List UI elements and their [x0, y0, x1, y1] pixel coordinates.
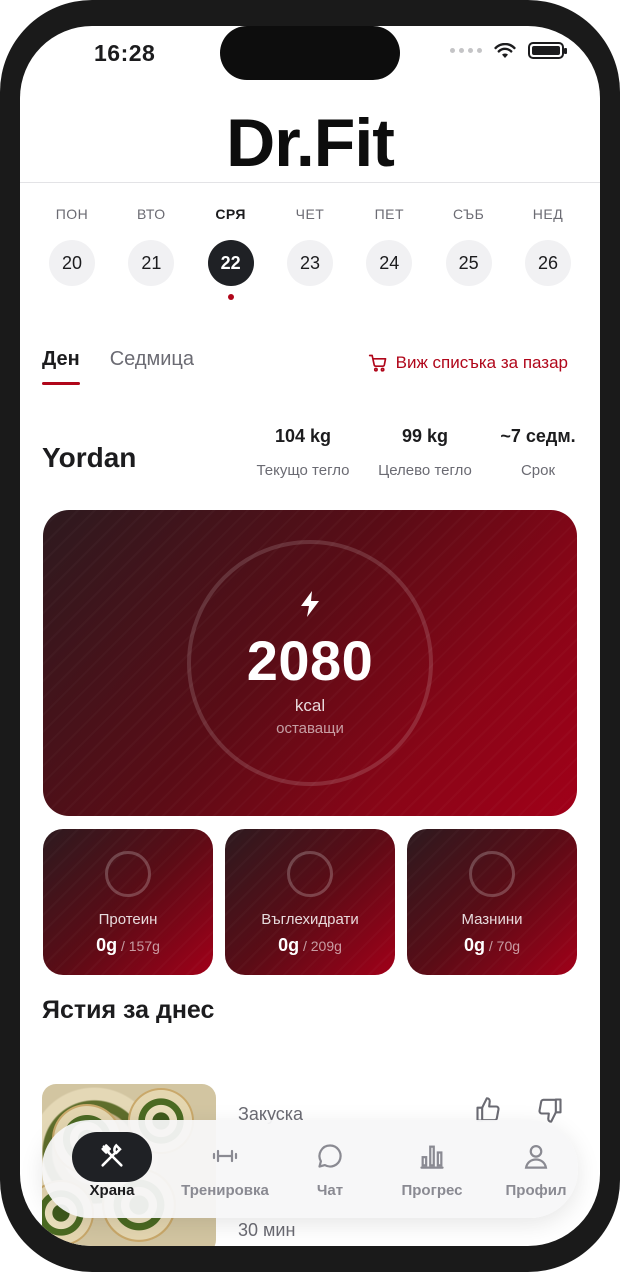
macro-current: 0g	[96, 935, 118, 955]
phone-frame: 16:28 Dr.Fit ПОН 20 ВТО 21 СРЯ 22 ЧЕТ 23…	[0, 0, 620, 1272]
calories-card[interactable]: 2080 kcal оставащи	[43, 510, 577, 816]
status-icons	[450, 42, 567, 59]
stat-label: Целево тегло	[378, 462, 472, 479]
day-item-sun[interactable]: НЕД 26	[518, 206, 578, 300]
nav-label: Профил	[505, 1182, 567, 1199]
stat-current-weight: 104 kg Текущо тегло	[243, 426, 363, 479]
day-item-mon[interactable]: ПОН 20	[42, 206, 102, 300]
stat-value: 104 kg	[274, 426, 332, 446]
chat-bubble-icon	[318, 1144, 342, 1168]
app-screen: 16:28 Dr.Fit ПОН 20 ВТО 21 СРЯ 22 ЧЕТ 23…	[20, 26, 600, 1246]
macro-ring	[469, 851, 515, 897]
stat-label: Текущо тегло	[256, 462, 350, 479]
meal-duration: 30 мин	[238, 1220, 296, 1240]
nav-item-workout[interactable]: Тренировка	[160, 1120, 290, 1218]
macro-ring	[105, 851, 151, 897]
day-item-sat[interactable]: СЪБ 25	[439, 206, 499, 300]
macro-current: 0g	[463, 935, 485, 955]
fork-knife-icon	[101, 1143, 123, 1167]
day-name: ЧЕТ	[295, 206, 325, 222]
signal-dots-icon	[450, 48, 482, 53]
nav-item-food[interactable]: Храна	[62, 1120, 162, 1218]
stat-target-weight: 99 kg Целево тегло	[365, 426, 485, 479]
nav-label: Храна	[89, 1182, 135, 1199]
day-item-tue[interactable]: ВТО 21	[121, 206, 181, 300]
header-divider	[20, 182, 600, 183]
wifi-icon	[494, 42, 516, 58]
week-selector: ПОН 20 ВТО 21 СРЯ 22 ЧЕТ 23 ПЕТ 24 СЪБ 2…	[42, 206, 578, 300]
view-tabs: Ден Седмица	[42, 348, 194, 385]
day-item-wed[interactable]: СРЯ 22	[201, 206, 261, 300]
stat-label: Срок	[520, 462, 556, 479]
dumbbell-icon	[212, 1149, 238, 1163]
day-name: СРЯ	[215, 206, 246, 222]
day-indicator	[69, 294, 75, 300]
day-indicator	[148, 294, 154, 300]
macro-name: Протеин	[98, 911, 158, 928]
tab-day[interactable]: Ден	[42, 348, 80, 385]
stat-deadline: ~7 седм. Срок	[478, 426, 598, 479]
user-summary: Yordan 104 kg Текущо тегло 99 kg Целево …	[42, 426, 578, 496]
macro-values: 0g / 70g	[463, 935, 521, 955]
day-indicator	[386, 294, 392, 300]
calories-caption: оставащи	[276, 720, 344, 737]
day-name: ПЕТ	[374, 206, 405, 222]
day-number-selected[interactable]: 22	[207, 240, 254, 286]
day-number[interactable]: 26	[524, 240, 571, 286]
day-indicator	[545, 294, 551, 300]
tab-week[interactable]: Седмица	[110, 348, 194, 385]
macro-values: 0g / 209g	[278, 935, 342, 955]
day-name: НЕД	[532, 206, 564, 222]
macro-card-carbs[interactable]: Въглехидрати 0g / 209g	[225, 829, 395, 975]
shopping-cart-icon	[368, 354, 386, 372]
nav-item-progress[interactable]: Прогрес	[382, 1120, 482, 1218]
day-indicator	[466, 294, 472, 300]
day-name: ПОН	[55, 206, 89, 222]
macro-total: 157g	[128, 938, 160, 954]
stat-value: 99 kg	[401, 426, 449, 446]
macro-total: 70g	[496, 938, 521, 954]
macro-total: 209g	[310, 938, 342, 954]
day-name: СЪБ	[452, 206, 485, 222]
meals-section-title: Ястия за днес	[42, 996, 215, 1024]
calories-remaining-value: 2080	[246, 629, 374, 692]
macro-card-fat[interactable]: Мазнини 0g / 70g	[407, 829, 577, 975]
day-number[interactable]: 24	[366, 240, 413, 286]
nav-label: Тренировка	[181, 1182, 269, 1199]
day-item-thu[interactable]: ЧЕТ 23	[280, 206, 340, 300]
nav-item-chat[interactable]: Чат	[280, 1120, 380, 1218]
lightning-bolt-icon	[301, 591, 319, 617]
status-bar: 16:28	[20, 26, 600, 86]
calories-unit: kcal	[294, 696, 326, 715]
macro-ring	[287, 851, 333, 897]
status-time: 16:28	[94, 40, 156, 66]
stat-value: ~7 седм.	[500, 426, 576, 446]
macro-card-protein[interactable]: Протеин 0g / 157g	[43, 829, 213, 975]
macro-current: 0g	[278, 935, 300, 955]
bottom-nav: Храна Тренировка Чат Прогрес Профил	[42, 1120, 578, 1218]
battery-icon	[528, 42, 567, 59]
day-item-fri[interactable]: ПЕТ 24	[359, 206, 419, 300]
day-number[interactable]: 21	[128, 240, 175, 286]
person-icon	[524, 1144, 548, 1169]
nav-label: Прогрес	[401, 1182, 463, 1199]
nav-item-profile[interactable]: Профил	[486, 1120, 586, 1218]
macro-name: Мазнини	[461, 911, 523, 928]
day-number[interactable]: 20	[49, 240, 95, 286]
selected-day-dot	[227, 294, 234, 300]
nav-label: Чат	[316, 1182, 344, 1199]
shopping-list-label: Виж списъка за пазар	[395, 353, 568, 372]
macro-values: 0g / 157g	[96, 935, 160, 955]
macro-name: Въглехидрати	[261, 911, 359, 928]
user-name: Yordan	[42, 442, 137, 473]
app-logo: Dr.Fit	[226, 105, 395, 181]
bar-chart-icon	[420, 1145, 444, 1169]
day-name: ВТО	[136, 206, 166, 222]
day-number[interactable]: 25	[445, 240, 492, 286]
day-number[interactable]: 23	[286, 240, 333, 286]
day-indicator	[307, 294, 313, 300]
dynamic-island	[220, 26, 400, 80]
shopping-list-link[interactable]: Виж списъка за пазар	[368, 353, 568, 373]
